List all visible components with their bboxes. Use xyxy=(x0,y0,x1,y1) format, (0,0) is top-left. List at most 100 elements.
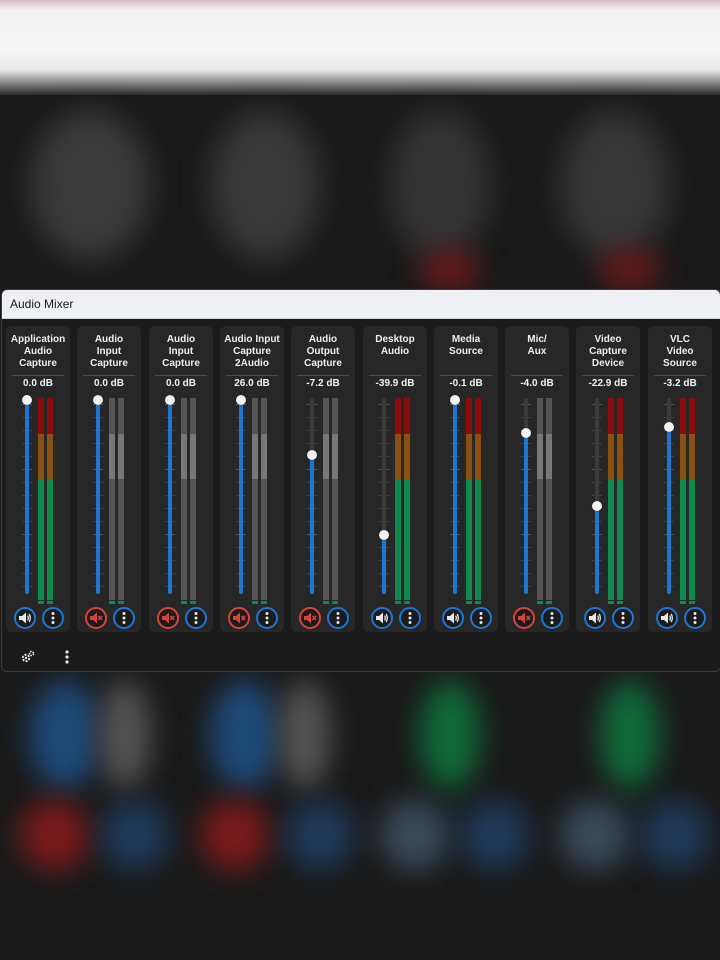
mixer-channel-strip: Application Audio Capture 0.0 dB xyxy=(6,326,70,632)
speaker-muted-icon[interactable] xyxy=(228,607,250,629)
channel-name: Application Audio Capture xyxy=(10,334,66,369)
level-meter xyxy=(404,398,410,604)
level-meter xyxy=(190,398,196,604)
volume-fader-handle[interactable] xyxy=(521,428,531,438)
speaker-icon[interactable] xyxy=(14,607,36,629)
level-meter xyxy=(537,398,543,604)
volume-fader-fill xyxy=(382,533,386,594)
speaker-muted-icon[interactable] xyxy=(157,607,179,629)
mixer-channel-strip: Desktop Audio -39.9 dB xyxy=(363,326,427,632)
vertical-dots-icon[interactable] xyxy=(684,607,706,629)
volume-fader-fill xyxy=(310,453,314,594)
volume-fader-fill xyxy=(524,431,528,594)
vertical-dots-icon[interactable] xyxy=(470,607,492,629)
channel-db-value: 0.0 dB xyxy=(155,375,207,392)
channel-db-value: -39.9 dB xyxy=(369,375,421,392)
volume-fader-fill xyxy=(453,398,457,594)
channel-name: VLC Video Source xyxy=(663,334,697,369)
volume-fader-handle[interactable] xyxy=(93,395,103,405)
dock-title: Audio Mixer xyxy=(2,290,720,319)
speaker-icon[interactable] xyxy=(656,607,678,629)
volume-fader-track[interactable] xyxy=(453,398,457,594)
speaker-muted-icon[interactable] xyxy=(513,607,535,629)
level-meter xyxy=(109,398,115,604)
vertical-dots-icon[interactable] xyxy=(541,607,563,629)
volume-fader-handle[interactable] xyxy=(664,422,674,432)
volume-fader-track[interactable] xyxy=(310,398,314,594)
vertical-dots-icon[interactable] xyxy=(256,607,278,629)
level-meter xyxy=(608,398,614,604)
volume-fader-track[interactable] xyxy=(25,398,29,594)
level-meter xyxy=(689,398,695,604)
speaker-icon[interactable] xyxy=(584,607,606,629)
volume-fader-track[interactable] xyxy=(595,398,599,594)
speaker-icon[interactable] xyxy=(442,607,464,629)
volume-fader-fill xyxy=(96,398,100,594)
volume-fader-track[interactable] xyxy=(168,398,172,594)
level-meter xyxy=(466,398,472,604)
volume-fader-handle[interactable] xyxy=(379,530,389,540)
speaker-icon[interactable] xyxy=(371,607,393,629)
speaker-muted-icon[interactable] xyxy=(299,607,321,629)
level-meter xyxy=(617,398,623,604)
volume-fader-handle[interactable] xyxy=(22,395,32,405)
channel-db-value: 0.0 dB xyxy=(83,375,135,392)
volume-fader-handle[interactable] xyxy=(307,450,317,460)
volume-fader-track[interactable] xyxy=(239,398,243,594)
vertical-dots-icon[interactable] xyxy=(399,607,421,629)
level-meter xyxy=(261,398,267,604)
vertical-dots-icon[interactable] xyxy=(59,649,75,665)
mixer-footer xyxy=(2,643,720,671)
volume-fader-handle[interactable] xyxy=(165,395,175,405)
volume-fader-handle[interactable] xyxy=(592,501,602,511)
mixer-channel-strip: Video Capture Device -22.9 dB xyxy=(576,326,640,632)
channel-name: Audio Input Capture 2Audio xyxy=(224,334,280,369)
channel-db-value: -0.1 dB xyxy=(440,375,492,392)
channel-name: Mic/ Aux xyxy=(527,334,547,357)
volume-fader-handle[interactable] xyxy=(450,395,460,405)
volume-fader-handle[interactable] xyxy=(236,395,246,405)
channel-db-value: -3.2 dB xyxy=(654,375,706,392)
volume-fader-fill xyxy=(168,398,172,594)
level-meter xyxy=(546,398,552,604)
vertical-dots-icon[interactable] xyxy=(185,607,207,629)
mixer-channel-strip: VLC Video Source -3.2 dB xyxy=(648,326,712,632)
vertical-dots-icon[interactable] xyxy=(42,607,64,629)
volume-fader-track[interactable] xyxy=(382,398,386,594)
channel-name: Desktop Audio xyxy=(375,334,415,357)
channel-name: Audio Input Capture xyxy=(90,334,128,369)
mixer-channel-strip: Audio Input Capture 0.0 dB xyxy=(77,326,141,632)
mixer-channel-strip: Audio Input Capture 0.0 dB xyxy=(149,326,213,632)
background-top-blur xyxy=(0,0,720,95)
channel-db-value: 0.0 dB xyxy=(12,375,64,392)
audio-mixer-dock: Audio Mixer Application Audio Capture 0.0… xyxy=(1,289,720,672)
level-meter xyxy=(395,398,401,604)
channel-name: Audio Input Capture xyxy=(162,334,200,369)
channel-db-value: -4.0 dB xyxy=(511,375,563,392)
level-meter xyxy=(680,398,686,604)
channel-db-value: -7.2 dB xyxy=(297,375,349,392)
channel-name: Media Source xyxy=(449,334,483,357)
vertical-dots-icon[interactable] xyxy=(113,607,135,629)
vertical-dots-icon[interactable] xyxy=(327,607,349,629)
level-meter xyxy=(332,398,338,604)
level-meter xyxy=(181,398,187,604)
gears-icon[interactable] xyxy=(20,649,36,665)
volume-fader-fill xyxy=(239,398,243,594)
volume-fader-fill xyxy=(595,504,599,594)
vertical-dots-icon[interactable] xyxy=(612,607,634,629)
level-meter xyxy=(118,398,124,604)
channel-db-value: 26.0 dB xyxy=(226,375,278,392)
mixer-channel-strip: Mic/ Aux -4.0 dB xyxy=(505,326,569,632)
volume-fader-track[interactable] xyxy=(96,398,100,594)
volume-fader-fill xyxy=(25,398,29,594)
volume-fader-fill xyxy=(667,425,671,594)
mixer-channel-strip: Audio Input Capture 2Audio 26.0 dB xyxy=(220,326,284,632)
level-meter xyxy=(47,398,53,604)
speaker-muted-icon[interactable] xyxy=(85,607,107,629)
channel-name: Video Capture Device xyxy=(589,334,627,369)
mixer-strips: Application Audio Capture 0.0 dB Audio Inp… xyxy=(6,326,718,634)
channel-name: Audio Output Capture xyxy=(304,334,342,369)
level-meter xyxy=(323,398,329,604)
mixer-channel-strip: Media Source -0.1 dB xyxy=(434,326,498,632)
